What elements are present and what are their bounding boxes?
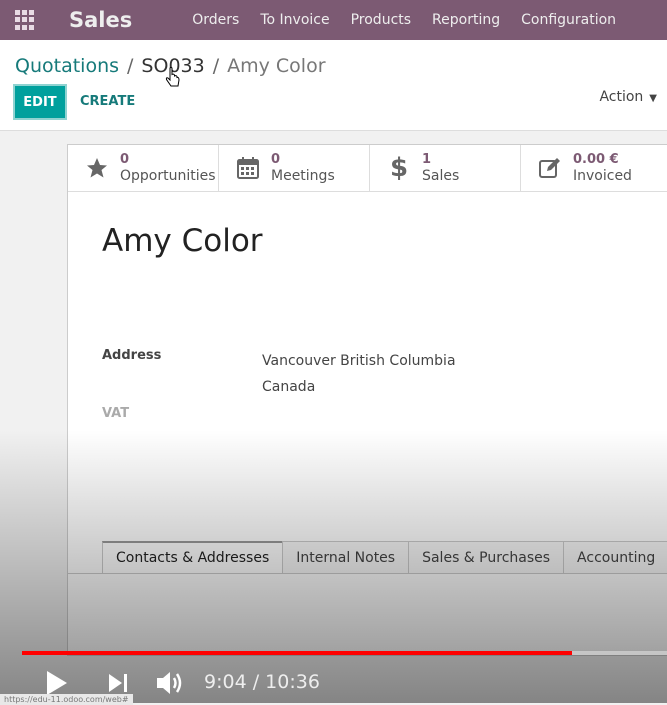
breadcrumb-quotations[interactable]: Quotations — [15, 55, 119, 77]
status-bar-url: https://edu-11.odoo.com/web# — [0, 694, 133, 705]
stat-value: 0 — [120, 152, 130, 167]
tab-accounting[interactable]: Accounting — [563, 541, 667, 573]
opportunities-button[interactable]: 0 Opportunities — [68, 145, 219, 191]
video-progress-played — [22, 651, 573, 655]
stat-value: 1 — [422, 152, 432, 167]
dollar-icon: $ — [389, 153, 409, 183]
sales-button[interactable]: $ 1 Sales — [370, 145, 521, 191]
meetings-button[interactable]: 0 Meetings — [219, 145, 370, 191]
volume-icon[interactable] — [155, 668, 187, 698]
create-button[interactable]: CREATE — [80, 94, 135, 109]
invoiced-button[interactable]: 0.00 € Invoiced — [521, 145, 667, 191]
next-icon[interactable] — [106, 671, 130, 695]
menu-item-configuration[interactable]: Configuration — [521, 12, 616, 28]
tab-divider — [68, 573, 667, 574]
play-icon[interactable] — [44, 669, 70, 697]
address-line-city: Vancouver British Columbia — [262, 353, 456, 369]
tab-contacts-addresses[interactable]: Contacts & Addresses — [102, 541, 284, 573]
caret-down-icon: ▼ — [649, 93, 657, 104]
video-time: 9:04 / 10:36 — [204, 671, 320, 693]
tab-internal-notes[interactable]: Internal Notes — [282, 541, 410, 573]
tab-sales-purchases[interactable]: Sales & Purchases — [408, 541, 565, 573]
edit-icon — [537, 155, 563, 181]
menu-item-reporting[interactable]: Reporting — [432, 12, 500, 28]
edit-button[interactable]: EDIT — [13, 84, 67, 120]
hand-pointer-cursor-icon — [165, 67, 180, 87]
partner-name: Amy Color — [102, 223, 263, 259]
top-navbar: Sales Orders To Invoice Products Reporti… — [0, 0, 667, 40]
stat-value: 0 — [271, 152, 281, 167]
control-panel: Quotations / SO033/Amy Color EDIT CREATE A… — [0, 40, 667, 131]
breadcrumb-separator: / — [212, 55, 220, 77]
smart-buttons: 0 Opportunities 0 Meetings $ 1 Sales 0.00 €… — [68, 145, 667, 192]
stat-label: Opportunities — [120, 168, 216, 184]
menu-item-products[interactable]: Products — [351, 12, 411, 28]
app-name[interactable]: Sales — [69, 8, 132, 32]
stat-label: Sales — [422, 168, 460, 184]
vat-label: VAT — [102, 406, 130, 421]
action-dropdown[interactable]: Action ▼ — [599, 89, 657, 105]
breadcrumb-current: Amy Color — [227, 55, 326, 77]
stat-label: Invoiced — [573, 168, 632, 184]
menu-item-to-invoice[interactable]: To Invoice — [260, 12, 329, 28]
stat-label: Meetings — [271, 168, 335, 184]
menu-item-orders[interactable]: Orders — [192, 12, 239, 28]
action-label: Action — [599, 89, 644, 105]
apps-grid-icon[interactable] — [15, 10, 35, 30]
main-menu: Orders To Invoice Products Reporting Con… — [192, 12, 637, 28]
calendar-icon — [235, 155, 261, 181]
stat-value: 0.00 € — [573, 152, 619, 167]
address-label: Address — [102, 348, 162, 363]
star-icon — [84, 155, 110, 181]
breadcrumb-separator: / — [127, 55, 134, 77]
notebook-tabs: Contacts & Addresses Internal Notes Sale… — [102, 541, 667, 573]
form-sheet: 0 Opportunities 0 Meetings $ 1 Sales 0.00 €… — [67, 144, 667, 656]
address-line-country: Canada — [262, 379, 316, 395]
